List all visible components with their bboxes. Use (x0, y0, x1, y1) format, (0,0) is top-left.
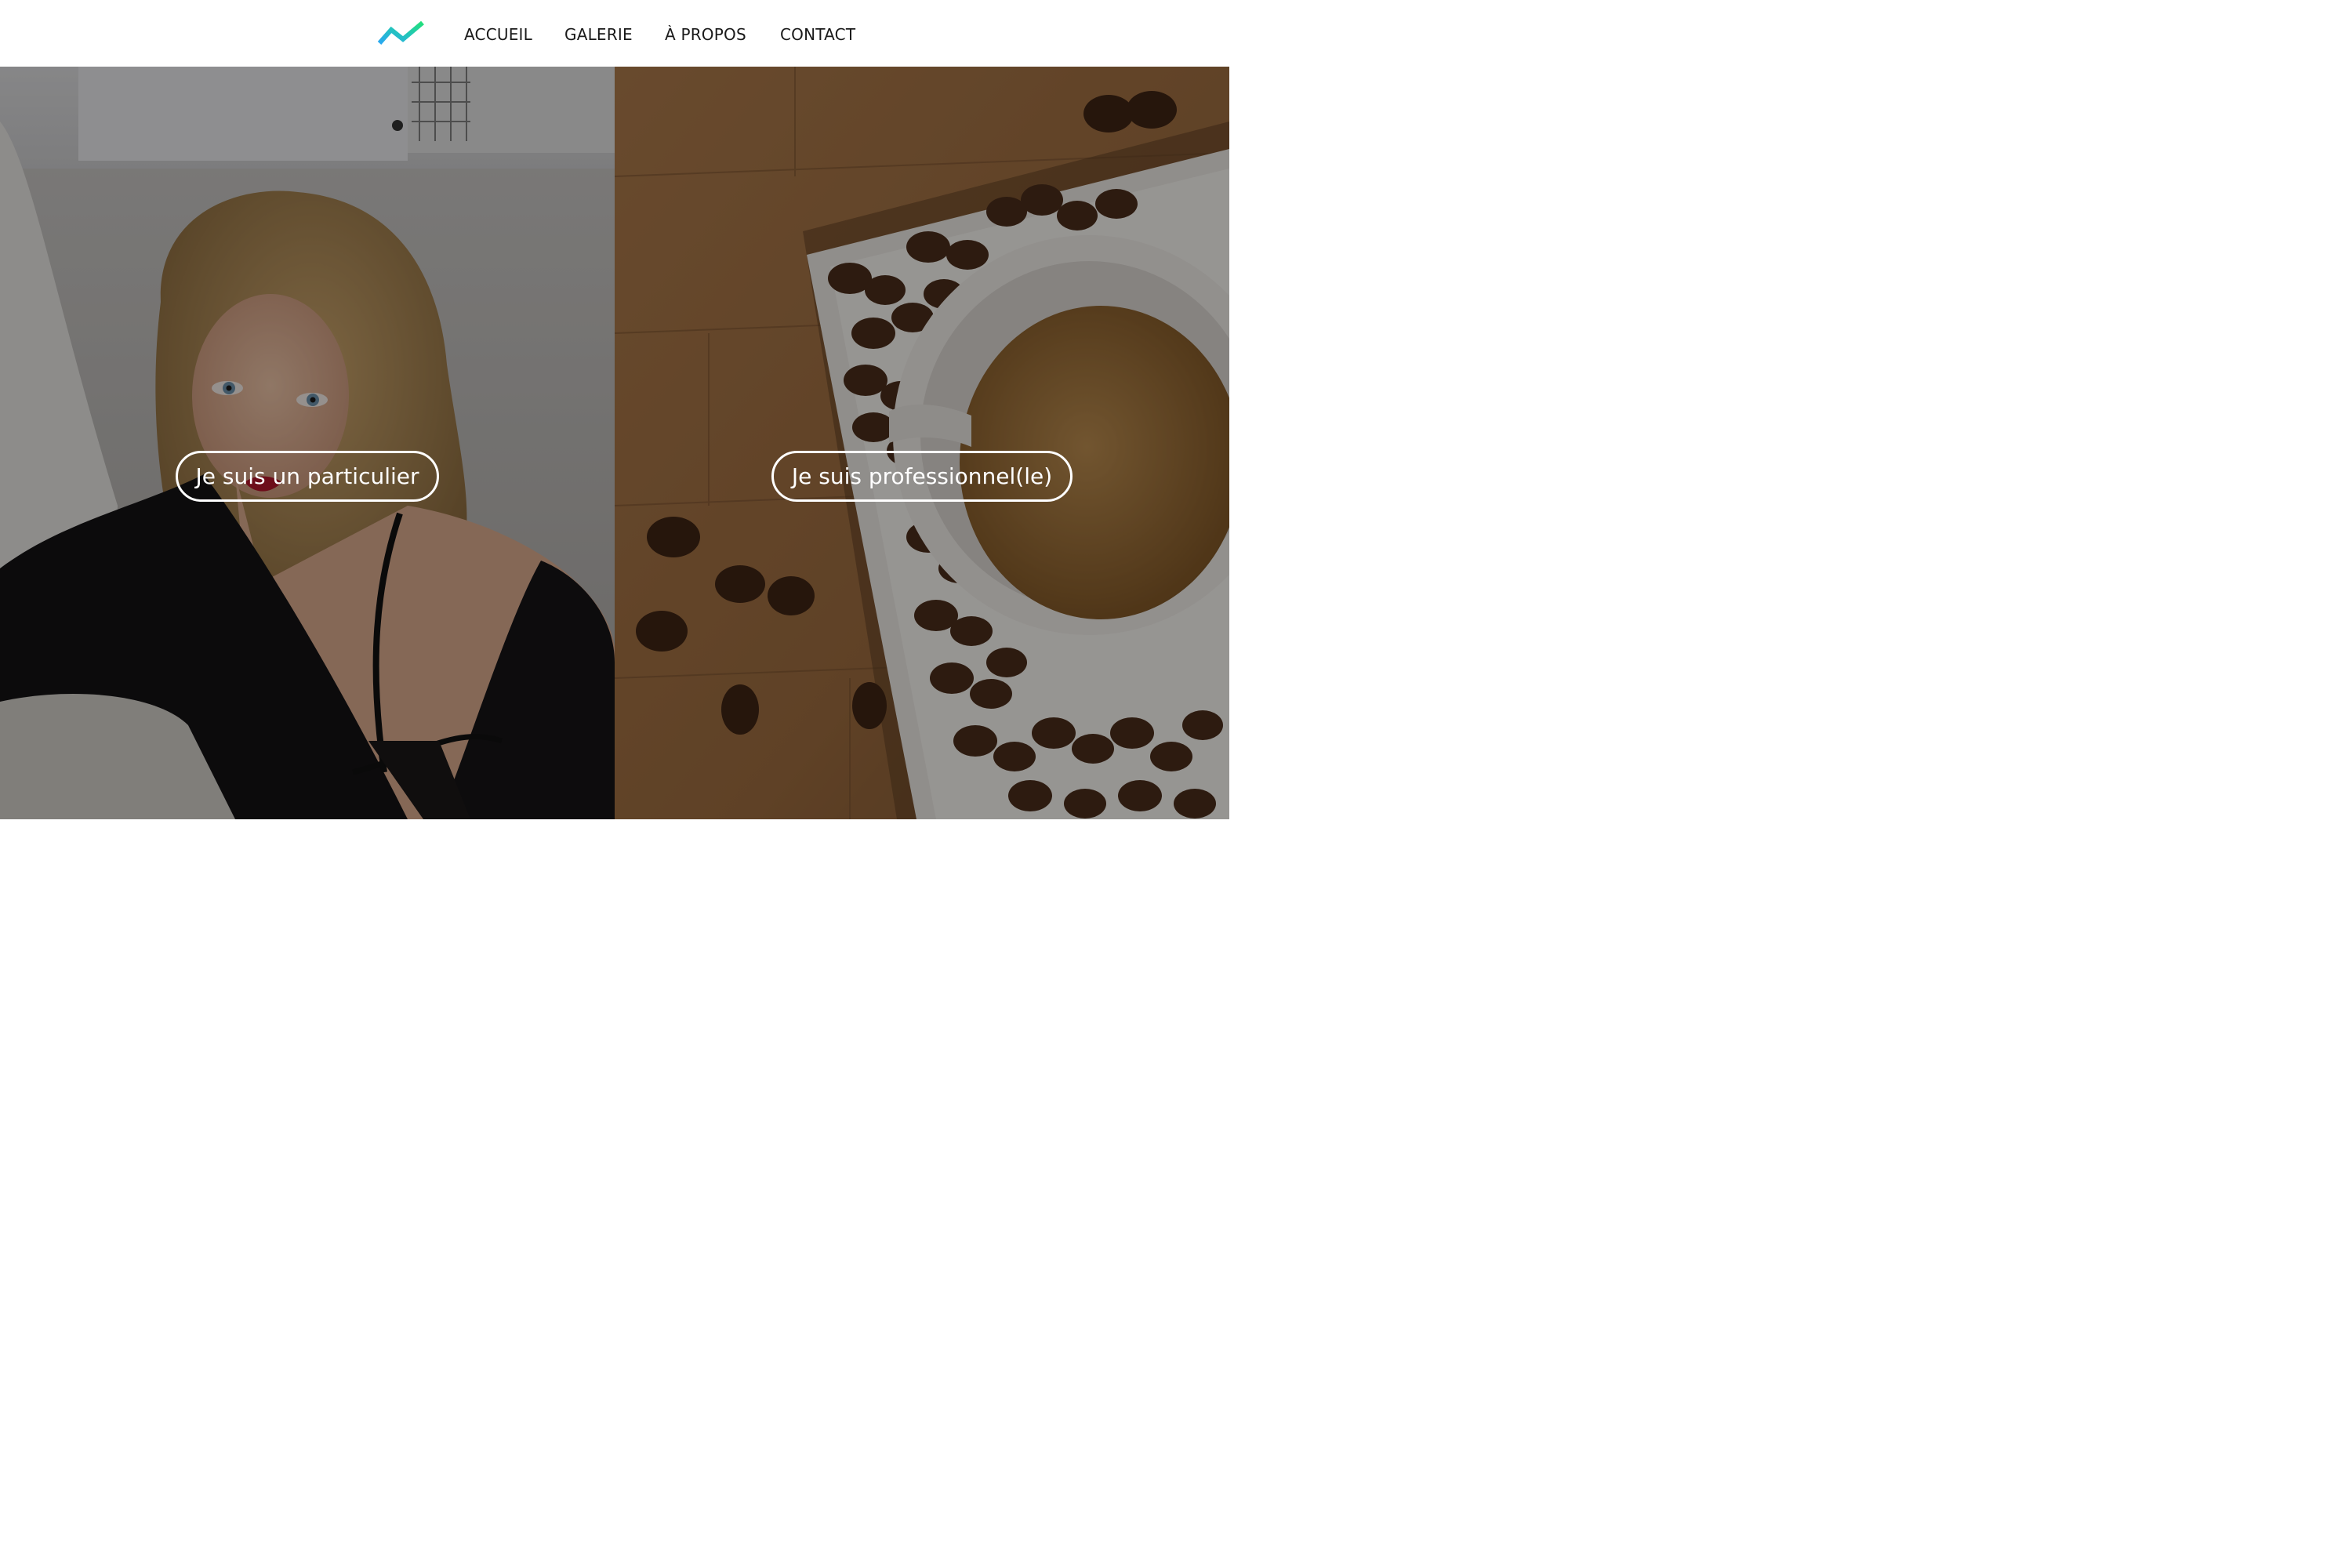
nav-link-accueil[interactable]: ACCUEIL (464, 24, 532, 45)
particulier-button[interactable]: Je suis un particulier (176, 451, 439, 502)
professionnel-button[interactable]: Je suis professionnel(le) (771, 451, 1073, 502)
zigzag-logo-icon[interactable] (377, 19, 426, 47)
professionnel-panel[interactable]: Je suis professionnel(le) (615, 67, 1229, 819)
particulier-panel[interactable]: Je suis un particulier (0, 67, 615, 819)
nav-link-contact[interactable]: CONTACT (780, 24, 855, 45)
dark-overlay (0, 67, 615, 819)
top-navigation-bar: ACCUEIL GALERIE À PROPOS CONTACT (0, 0, 1229, 67)
nav-link-a-propos[interactable]: À PROPOS (665, 24, 746, 45)
nav-link-galerie[interactable]: GALERIE (564, 24, 633, 45)
dark-overlay (615, 67, 1229, 819)
